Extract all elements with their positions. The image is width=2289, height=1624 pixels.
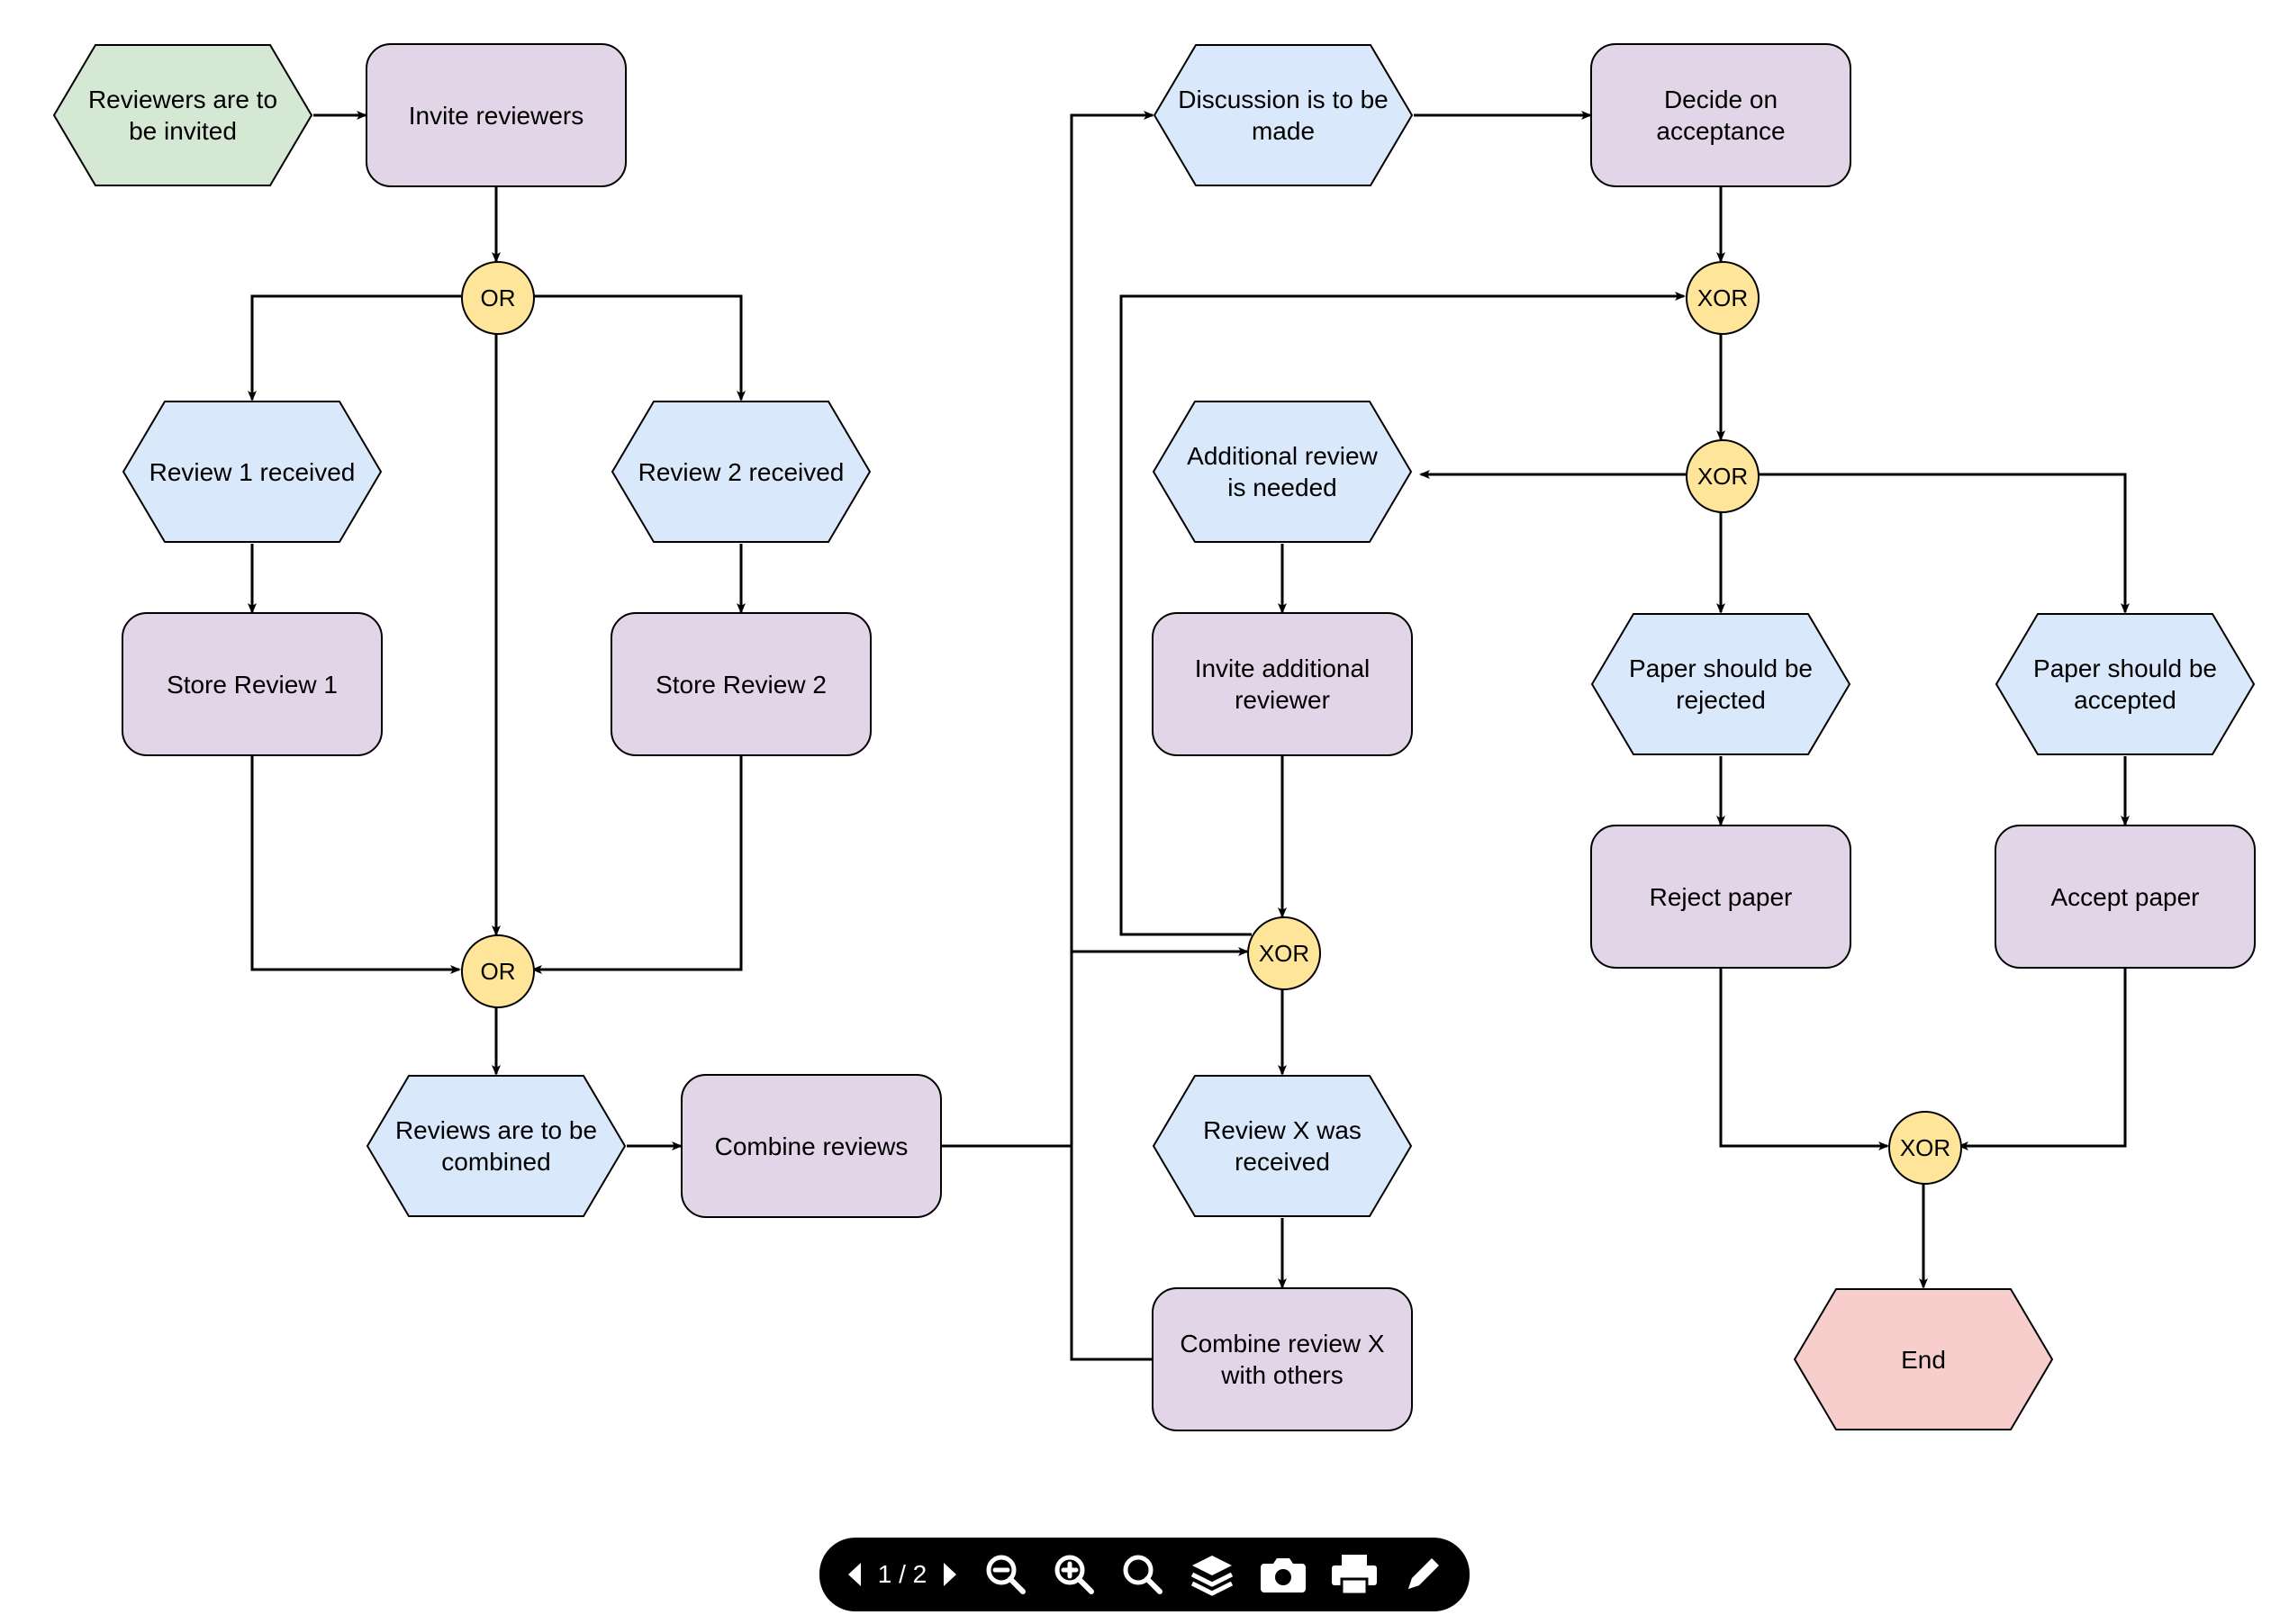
gate-xor-2: XOR <box>1686 439 1760 513</box>
func-combine-reviews: Combine reviews <box>681 1074 942 1218</box>
next-page-button[interactable] <box>940 1561 960 1588</box>
func-reject-paper: Reject paper <box>1590 825 1851 969</box>
func-decide-acceptance: Decide on acceptance <box>1590 43 1851 187</box>
gate-or-2: OR <box>461 934 535 1008</box>
event-end: End <box>1793 1287 2054 1431</box>
prev-page-button[interactable] <box>845 1561 864 1588</box>
event-should-reject: Paper should be rejected <box>1590 612 1851 756</box>
func-combine-review-x: Combine review X with others <box>1152 1287 1413 1431</box>
func-store-review-2: Store Review 2 <box>611 612 872 756</box>
func-invite-additional-reviewer: Invite additional reviewer <box>1152 612 1413 756</box>
gate-xor-3: XOR <box>1247 916 1321 990</box>
event-should-accept: Paper should be accepted <box>1995 612 2256 756</box>
gate-xor-1: XOR <box>1686 261 1760 335</box>
event-reviews-to-combine: Reviews are to be combined <box>366 1074 627 1218</box>
page-indicator: 1 / 2 <box>873 1560 931 1589</box>
layers-button[interactable] <box>1189 1552 1235 1597</box>
event-review-x-received: Review X was received <box>1152 1074 1413 1218</box>
zoom-in-button[interactable] <box>1052 1552 1097 1597</box>
zoom-out-button[interactable] <box>983 1552 1028 1597</box>
event-start: Reviewers are to be invited <box>52 43 313 187</box>
gate-or-1: OR <box>461 261 535 335</box>
func-invite-reviewers: Invite reviewers <box>366 43 627 187</box>
event-additional-review-needed: Additional review is needed <box>1152 400 1413 544</box>
viewer-toolbar: 1 / 2 <box>819 1538 1470 1611</box>
func-store-review-1: Store Review 1 <box>122 612 383 756</box>
camera-button[interactable] <box>1259 1553 1307 1596</box>
event-review2-received: Review 2 received <box>611 400 872 544</box>
event-review1-received: Review 1 received <box>122 400 383 544</box>
func-accept-paper: Accept paper <box>1995 825 2256 969</box>
edit-button[interactable] <box>1401 1553 1444 1596</box>
event-discussion: Discussion is to be made <box>1153 43 1414 187</box>
pager: 1 / 2 <box>845 1560 960 1589</box>
diagram-canvas: Reviewers are to be invited Invite revie… <box>0 0 2289 1624</box>
print-button[interactable] <box>1331 1552 1378 1597</box>
event-start-label: Reviewers are to be invited <box>52 43 313 187</box>
zoom-reset-button[interactable] <box>1120 1552 1165 1597</box>
gate-xor-4: XOR <box>1888 1111 1962 1185</box>
